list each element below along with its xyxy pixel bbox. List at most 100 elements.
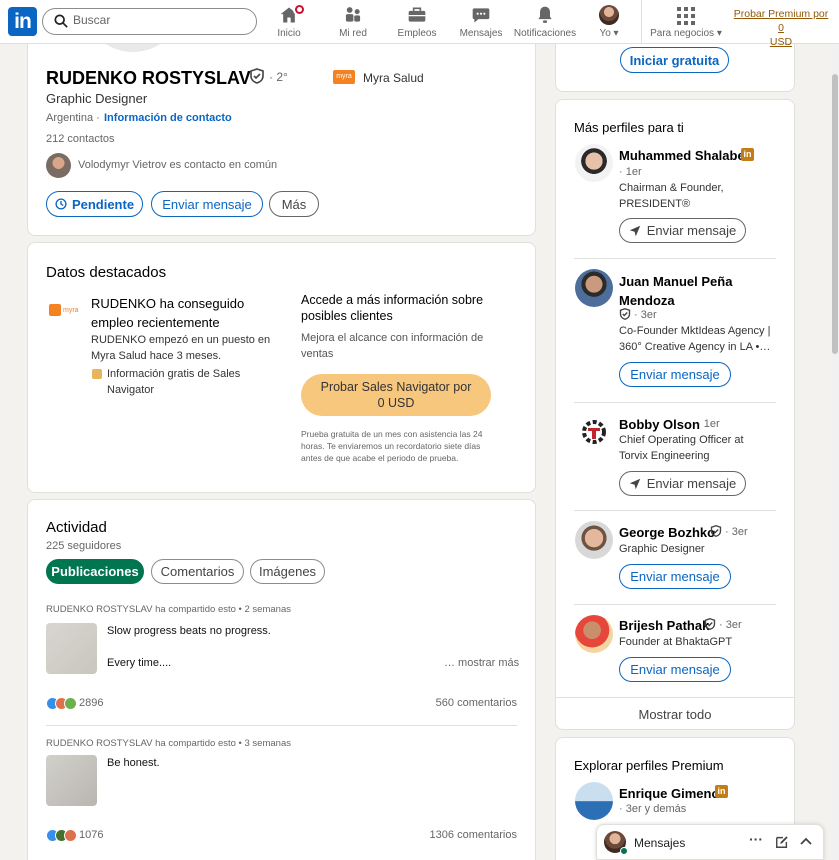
more-profiles-title: Más perfiles para ti [574,120,684,135]
tab-comments[interactable]: Comentarios [151,559,244,584]
send-message-button[interactable]: Enviar mensaje [151,191,263,217]
nav-notifications[interactable]: Notificaciones [510,5,580,39]
scrollbar-thumb[interactable] [832,74,838,354]
show-more-link[interactable]: … mostrar más [444,657,519,669]
person-avatar[interactable] [575,144,613,182]
connections-count[interactable]: 212 contactos [46,133,115,145]
person-headline: Co-Founder MktIdeas Agency | 360° Creati… [619,325,771,353]
person-name[interactable]: Enrique Gimeno [619,786,719,801]
page-scrollbar[interactable] [831,44,839,860]
messaging-label: Mensajes [634,836,686,850]
person-divider [574,604,776,605]
nav-divider [641,0,642,44]
person-name[interactable]: Bobby Olson [619,417,700,432]
highlights-title: Datos destacados [46,264,167,281]
person-degree: · 1er [619,166,642,178]
tab-posts[interactable]: Publicaciones [46,559,144,584]
contact-info-link[interactable]: Información de contacto [104,112,232,124]
post-thumbnail[interactable] [46,623,97,674]
notification-badge [293,3,306,16]
verified-icon [250,68,264,84]
post-thumbnail[interactable] [46,755,97,806]
torvix-logo-icon [582,420,606,444]
myra-salud-logo[interactable]: myra [333,70,355,84]
person-avatar[interactable] [575,521,613,559]
search-icon [54,14,68,28]
followers-count: 225 seguidores [46,540,122,552]
try-sales-navigator-button[interactable]: Probar Sales Navigator por 0 USD [301,374,491,416]
nav-jobs[interactable]: Empleos [382,5,452,39]
more-options-icon[interactable]: ··· [749,831,763,847]
briefcase-icon [408,7,426,22]
pending-button[interactable]: Pendiente [46,191,143,217]
premium-badge-icon: in [741,148,754,161]
send-message-button[interactable]: Enviar mensaje [619,362,731,387]
send-icon [629,225,640,236]
person-avatar[interactable] [575,782,613,820]
send-message-button[interactable]: Enviar mensaje [619,564,731,589]
top-nav: in Inicio Mi red Empleos Mensajes Notifi… [0,0,839,48]
try-premium-link[interactable]: Probar Premium por 0 USD [731,7,831,49]
activity-card [27,499,536,860]
people-icon [345,7,361,22]
person-headline: Founder at BhaktaGPT [619,636,733,648]
user-avatar [599,5,619,25]
nav-my-network[interactable]: Mi red [318,5,388,39]
search-box[interactable] [42,8,257,35]
send-message-button[interactable]: Enviar mensaje [619,218,746,243]
nav-home[interactable]: Inicio [254,3,324,39]
chevron-up-icon[interactable] [800,836,812,846]
verified-icon [619,308,631,320]
person-headline: Chief Operating Officer at Torvix Engine… [619,434,744,462]
nav-messaging[interactable]: Mensajes [446,5,516,39]
profile-headline: Graphic Designer [46,91,148,106]
start-free-button[interactable]: Iniciar gratuita [620,47,729,73]
post-meta: RUDENKO ROSTYSLAV ha compartido esto • 3… [46,738,291,749]
tab-images[interactable]: Imágenes [250,559,325,584]
person-avatar[interactable] [575,615,613,653]
send-message-button[interactable]: Enviar mensaje [619,471,746,496]
send-message-button[interactable]: Enviar mensaje [619,657,731,682]
sales-navigator-icon [92,369,102,379]
activity-title: Actividad [46,519,107,536]
mutual-connection-avatar[interactable] [46,153,71,178]
mutual-connections[interactable]: Volodymyr Vietrov es contacto en común [78,159,277,171]
show-all-button[interactable]: Mostrar todo [555,707,795,722]
reaction-count[interactable]: 1076 [79,829,103,841]
person-name[interactable]: Muhammed Shalabe [619,148,745,163]
person-degree: · 3er y demás [619,803,687,815]
person-name[interactable]: Brijesh Pathak [619,618,709,633]
messaging-bar[interactable]: Mensajes ··· [596,824,824,860]
connection-degree: · 2° [269,70,288,84]
recent-job-description: RUDENKO empezó en un puesto en Myra Salu… [91,334,271,362]
comments-count[interactable]: 560 comentarios [436,697,517,709]
person-avatar[interactable] [575,269,613,307]
search-input[interactable] [73,13,243,27]
post-text-continued: Every time.... [107,657,172,669]
comments-count[interactable]: 1306 comentarios [430,829,517,841]
compose-icon[interactable] [775,835,789,849]
person-degree: · 3er [719,619,742,631]
linkedin-logo[interactable]: in [8,7,37,36]
grid-icon [677,7,695,25]
reaction-icons [46,829,77,842]
more-button[interactable]: Más [269,191,319,217]
person-name[interactable]: Juan Manuel Peña Mendoza [619,272,732,310]
current-company[interactable]: Myra Salud [363,71,424,85]
send-icon [629,478,640,489]
sales-navigator-note[interactable]: Información gratis de Sales Navigator [107,366,240,398]
nav-me[interactable]: Yo ▾ [574,5,644,39]
person-avatar[interactable] [575,413,613,451]
person-name[interactable]: George Bozhko [619,525,715,540]
person-headline: Chairman & Founder, PRESIDENT® [619,182,724,210]
bell-icon [538,6,552,23]
trial-fine-print: Prueba gratuita de un mes con asistencia… [301,429,483,463]
reaction-count[interactable]: 2896 [79,697,103,709]
access-description: Mejora el alcance con información de ven… [301,332,484,360]
chat-icon [472,8,490,23]
person-degree: · 3er [634,309,657,321]
person-headline: Graphic Designer [619,543,705,555]
access-title: Accede a más información sobre posibles … [301,293,484,323]
recent-job-title: RUDENKO ha conseguido empleo recientemen… [91,296,245,330]
nav-for-business[interactable]: Para negocios ▾ [650,5,722,39]
